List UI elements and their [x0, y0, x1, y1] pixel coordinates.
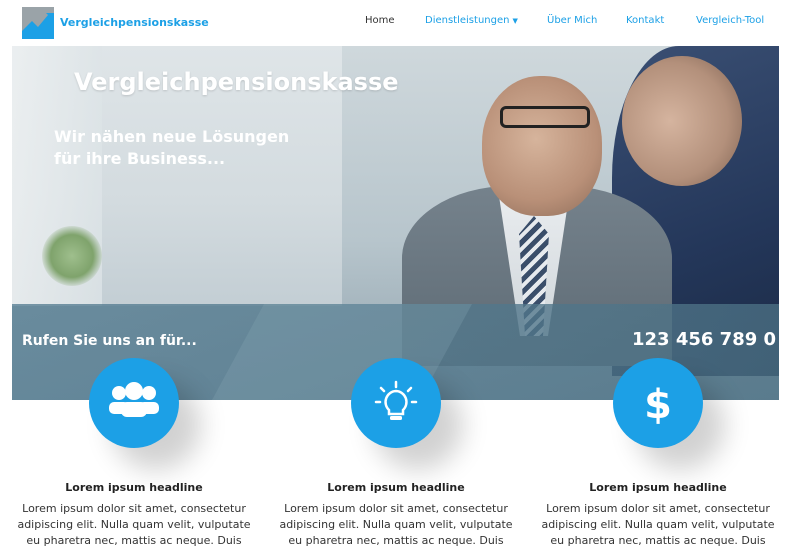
feature-headline-3: Lorem ipsum headline: [589, 481, 727, 494]
svg-text:$: $: [644, 382, 672, 428]
feature-icon-circle-1: [89, 358, 179, 448]
feature-text-1: Lorem ipsum dolor sit amet, consectetur …: [17, 502, 251, 547]
users-icon: [109, 382, 159, 417]
feature-text-3: Lorem ipsum dolor sit amet, consectetur …: [541, 502, 775, 547]
feature-headline-2: Lorem ipsum headline: [327, 481, 465, 494]
nav-kontakt[interactable]: Kontakt: [626, 15, 664, 26]
hero-person-head: [482, 76, 602, 216]
nav-dienstleistungen[interactable]: Dienstleistungen ▼: [425, 15, 518, 26]
nav-vergleich-tool[interactable]: Vergleich-Tool: [696, 15, 764, 26]
hero-person-right-head: [622, 56, 742, 186]
hero-title: Vergleichpensionskasse: [74, 68, 399, 96]
feature-icon-circle-2: [351, 358, 441, 448]
nav-home[interactable]: Home: [365, 15, 395, 26]
nav-dienstleistungen-label: Dienstleistungen: [425, 15, 510, 26]
chevron-down-icon: ▼: [512, 17, 518, 25]
lightbulb-icon: [374, 380, 418, 420]
hero-person-glasses: [500, 106, 590, 128]
hero-subtitle: Wir nähen neue Lösungen für ihre Busines…: [54, 127, 290, 168]
call-text: Rufen Sie uns an für...: [22, 333, 197, 349]
brand-link[interactable]: Vergleichpensionskasse: [60, 16, 209, 29]
feature-headline-1: Lorem ipsum headline: [65, 481, 203, 494]
dollar-icon: $: [644, 382, 672, 428]
nav-ueber-mich[interactable]: Über Mich: [547, 15, 597, 26]
phone-number[interactable]: 123 456 789 0: [632, 329, 776, 350]
site-header: Vergleichpensionskasse Home Dienstleistu…: [0, 0, 800, 45]
hero-plant: [42, 226, 102, 286]
feature-text-2: Lorem ipsum dolor sit amet, consectetur …: [279, 502, 513, 547]
hero-banner: Vergleichpensionskasse Wir nähen neue Lö…: [12, 46, 779, 400]
feature-icon-circle-3: $: [613, 358, 703, 448]
chart-trend-icon[interactable]: [22, 7, 54, 39]
